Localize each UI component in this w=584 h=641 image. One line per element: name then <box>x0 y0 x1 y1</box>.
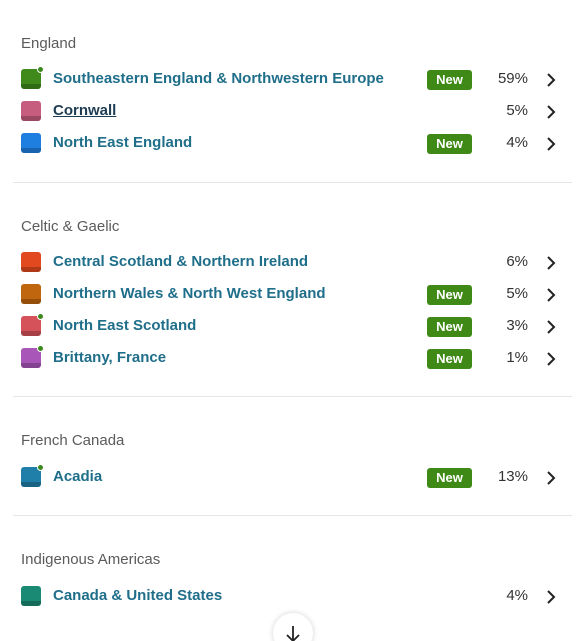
region-percent: 4% <box>506 587 528 604</box>
section-title: French Canada <box>21 432 125 449</box>
region-color-swatch <box>21 586 41 606</box>
region-name[interactable]: Canada & United States <box>53 587 222 604</box>
new-indicator-dot-icon <box>37 66 44 73</box>
chevron-right-icon[interactable] <box>545 256 557 270</box>
new-badge: New <box>427 70 472 90</box>
region-row-canada-united-states[interactable]: Canada & United States 4% <box>0 581 584 609</box>
region-color-swatch <box>21 252 41 272</box>
region-row-northern-wales[interactable]: Northern Wales & North West England New … <box>0 279 584 307</box>
new-badge: New <box>427 285 472 305</box>
region-percent: 5% <box>506 285 528 302</box>
new-badge: New <box>427 317 472 337</box>
new-indicator-dot-icon <box>37 345 44 352</box>
region-row-acadia[interactable]: Acadia New 13% <box>0 462 584 490</box>
section-title: Indigenous Americas <box>21 551 161 568</box>
region-percent: 3% <box>506 317 528 334</box>
section-divider <box>13 515 572 516</box>
region-name[interactable]: Southeastern England & Northwestern Euro… <box>53 70 384 87</box>
new-indicator-dot-icon <box>37 313 44 320</box>
region-name[interactable]: Cornwall <box>53 102 116 119</box>
new-badge: New <box>427 349 472 369</box>
section-title: England <box>21 35 77 52</box>
region-percent: 13% <box>497 468 528 485</box>
region-name[interactable]: Brittany, France <box>53 349 166 366</box>
new-indicator-dot-icon <box>37 464 44 471</box>
arrow-down-icon <box>286 626 300 641</box>
ethnicity-regions-list: England Southeastern England & Northwest… <box>0 0 584 641</box>
chevron-right-icon[interactable] <box>545 471 557 485</box>
section-divider <box>13 182 572 183</box>
chevron-right-icon[interactable] <box>545 590 557 604</box>
region-row-cornwall[interactable]: Cornwall 5% <box>0 96 584 124</box>
region-percent: 6% <box>506 253 528 270</box>
new-badge: New <box>427 468 472 488</box>
region-color-swatch <box>21 101 41 121</box>
region-percent: 59% <box>497 70 528 87</box>
region-name[interactable]: Northern Wales & North West England <box>53 285 326 302</box>
chevron-right-icon[interactable] <box>545 352 557 366</box>
chevron-right-icon[interactable] <box>545 137 557 151</box>
section-divider <box>13 396 572 397</box>
new-badge: New <box>427 134 472 154</box>
region-percent: 1% <box>506 349 528 366</box>
region-color-swatch <box>21 284 41 304</box>
section-title: Celtic & Gaelic <box>21 218 120 235</box>
region-row-brittany[interactable]: Brittany, France New 1% <box>0 343 584 371</box>
region-name[interactable]: Acadia <box>53 468 102 485</box>
chevron-right-icon[interactable] <box>545 105 557 119</box>
region-name[interactable]: Central Scotland & Northern Ireland <box>53 253 308 270</box>
chevron-right-icon[interactable] <box>545 288 557 302</box>
region-color-swatch <box>21 133 41 153</box>
region-name[interactable]: North East England <box>53 134 192 151</box>
region-row-north-east-scotland[interactable]: North East Scotland New 3% <box>0 311 584 339</box>
region-percent: 4% <box>506 134 528 151</box>
region-percent: 5% <box>506 102 528 119</box>
region-row-southeastern-england[interactable]: Southeastern England & Northwestern Euro… <box>0 64 584 92</box>
chevron-right-icon[interactable] <box>545 320 557 334</box>
scroll-down-button[interactable] <box>273 613 313 641</box>
region-row-central-scotland[interactable]: Central Scotland & Northern Ireland 6% <box>0 247 584 275</box>
region-name[interactable]: North East Scotland <box>53 317 196 334</box>
region-row-north-east-england[interactable]: North East England New 4% <box>0 128 584 156</box>
chevron-right-icon[interactable] <box>545 73 557 87</box>
